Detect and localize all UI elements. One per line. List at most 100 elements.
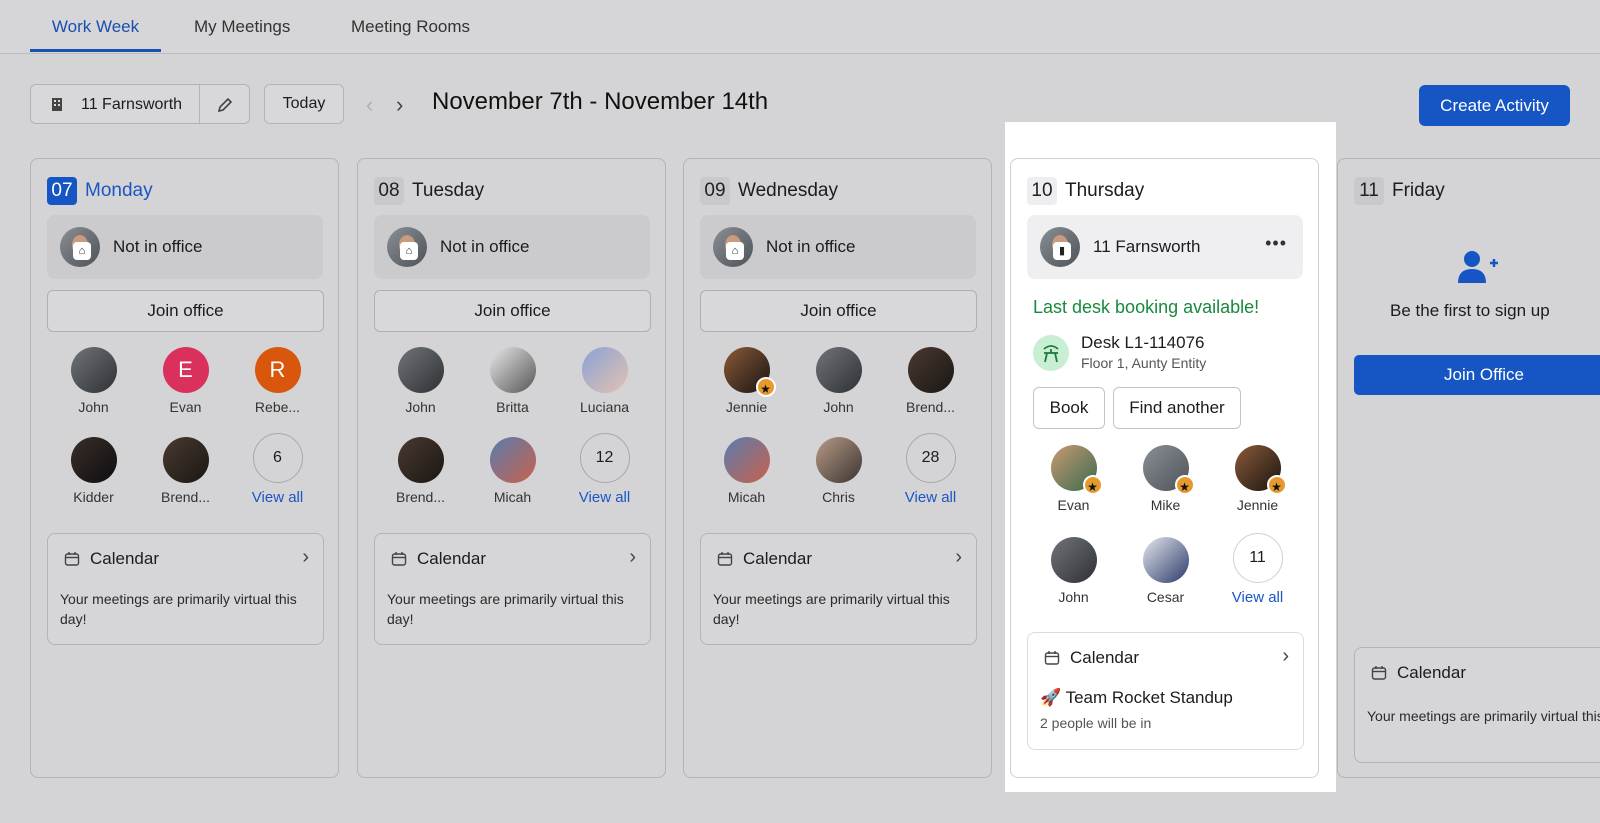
avatar — [1142, 537, 1189, 583]
attendee[interactable]: Chris — [792, 437, 885, 517]
avatar: ★ — [1050, 445, 1103, 495]
attendee-name: Micah — [727, 489, 766, 505]
attendee[interactable]: John — [47, 347, 140, 427]
join-office-button[interactable]: Join Office — [1354, 355, 1600, 395]
location-selector[interactable]: 11 Farnsworth — [30, 84, 250, 124]
view-all-link[interactable]: View all — [231, 489, 324, 506]
view-all-attendees[interactable]: 28 View all — [884, 433, 977, 513]
attendee[interactable]: E Evan — [139, 347, 232, 427]
attendee-count: 6 — [252, 433, 303, 483]
star-icon: ★ — [1174, 475, 1195, 495]
chevron-right-icon[interactable]: › — [955, 546, 962, 569]
day-name: Monday — [85, 180, 153, 201]
attendee[interactable]: Brend... — [374, 437, 467, 517]
attendee-name: Brend... — [905, 399, 956, 415]
status-box[interactable]: ⌂ Not in office — [47, 215, 323, 279]
attendee[interactable]: Kidder — [47, 437, 140, 517]
view-all-link[interactable]: View all — [558, 489, 651, 506]
attendee-count: 28 — [905, 433, 956, 483]
status-text: Not in office — [766, 237, 856, 256]
attendee[interactable]: John — [374, 347, 467, 427]
tab-bar: Work Week My Meetings Meeting Rooms — [0, 0, 1600, 54]
attendee[interactable]: R Rebe... — [231, 347, 324, 427]
calendar-card[interactable]: Calendar › Your meetings are primarily v… — [374, 533, 651, 645]
day-number: 08 — [374, 177, 404, 205]
view-all-link[interactable]: View all — [1211, 589, 1304, 606]
attendee-name: Jennie — [1236, 497, 1279, 513]
view-all-attendees[interactable]: 11 View all — [1211, 533, 1304, 613]
star-icon: ★ — [755, 377, 776, 397]
calendar-label: Calendar — [743, 549, 812, 568]
attendee-name: John — [78, 399, 109, 415]
building-icon — [52, 98, 62, 111]
calendar-text: Your meetings are primarily virtual this… — [387, 591, 624, 627]
day-header: 09 Wednesday — [700, 177, 838, 205]
calendar-icon — [1371, 666, 1387, 680]
desk-location: Floor 1, Aunty Entity — [1081, 355, 1207, 371]
calendar-card[interactable]: Calendar › Your meetings are primarily v… — [47, 533, 324, 645]
join-office-button[interactable]: Join office — [47, 290, 324, 332]
tab-meeting-rooms[interactable]: Meeting Rooms — [351, 0, 470, 52]
avatar — [397, 437, 444, 483]
attendee[interactable]: ★ Evan — [1027, 445, 1120, 525]
attendee[interactable]: Brend... — [884, 347, 977, 427]
more-options-icon[interactable]: ••• — [1265, 233, 1287, 254]
join-office-button[interactable]: Join office — [374, 290, 651, 332]
view-all-attendees[interactable]: 6 View all — [231, 433, 324, 513]
calendar-card[interactable]: Calendar › 🚀 Team Rocket Standup 2 peopl… — [1027, 632, 1304, 750]
location-label: 11 Farnsworth — [81, 96, 183, 113]
calendar-icon — [391, 552, 407, 566]
home-icon: ⌂ — [726, 242, 744, 260]
day-name: Friday — [1392, 180, 1445, 201]
attendee[interactable]: John — [792, 347, 885, 427]
view-all-link[interactable]: View all — [884, 489, 977, 506]
attendee[interactable]: Micah — [700, 437, 793, 517]
attendee[interactable]: ★ Mike — [1119, 445, 1212, 525]
chevron-right-icon[interactable]: › — [302, 546, 309, 569]
pencil-icon[interactable] — [215, 95, 235, 115]
attendee[interactable]: Micah — [466, 437, 559, 517]
calendar-header: Calendar — [1371, 663, 1466, 683]
join-office-button[interactable]: Join office — [700, 290, 977, 332]
calendar-event-title[interactable]: 🚀 Team Rocket Standup — [1040, 688, 1233, 708]
desk-name: Desk L1-114076 — [1081, 333, 1205, 352]
book-button[interactable]: Book — [1033, 387, 1105, 429]
star-icon: ★ — [1266, 475, 1287, 495]
calendar-header: Calendar — [64, 549, 159, 569]
attendee[interactable]: Britta — [466, 347, 559, 427]
attendee[interactable]: Cesar — [1119, 537, 1212, 617]
calendar-card[interactable]: Calendar › Your meetings are primarily v… — [700, 533, 977, 645]
attendee[interactable]: John — [1027, 537, 1120, 617]
chevron-right-icon[interactable]: › — [396, 92, 403, 118]
attendee-count: 11 — [1232, 533, 1283, 583]
today-button[interactable]: Today — [264, 84, 344, 124]
attendee[interactable]: Luciana — [558, 347, 651, 427]
tab-work-week[interactable]: Work Week — [30, 0, 161, 52]
calendar-card[interactable]: Calendar Your meetings are primarily vir… — [1354, 647, 1600, 763]
find-another-button[interactable]: Find another — [1113, 387, 1241, 429]
view-all-attendees[interactable]: 12 View all — [558, 433, 651, 513]
building-icon: ▮ — [1053, 242, 1071, 260]
home-icon: ⌂ — [400, 242, 418, 260]
avatar — [489, 347, 536, 393]
attendee[interactable]: Brend... — [139, 437, 232, 517]
day-card-thursday: 10 Thursday ▮ 11 Farnsworth ••• Last desk… — [1010, 158, 1319, 778]
status-box[interactable]: ⌂ Not in office — [374, 215, 650, 279]
tab-my-meetings[interactable]: My Meetings — [194, 0, 290, 52]
attendee-name: Micah — [493, 489, 532, 505]
chevron-right-icon[interactable]: › — [629, 546, 636, 569]
attendee[interactable]: ★ Jennie — [700, 347, 793, 427]
calendar-label: Calendar — [1397, 663, 1466, 682]
status-text: Not in office — [113, 237, 203, 256]
create-activity-button[interactable]: Create Activity — [1419, 85, 1570, 126]
status-box[interactable]: ⌂ Not in office — [700, 215, 976, 279]
calendar-text: Your meetings are primarily virtual this… — [60, 591, 297, 627]
attendee-name: Evan — [1057, 497, 1090, 513]
attendee[interactable]: ★ Jennie — [1211, 445, 1304, 525]
calendar-icon — [717, 552, 733, 566]
desk-icon — [1033, 335, 1069, 371]
status-box[interactable]: ▮ 11 Farnsworth ••• — [1027, 215, 1303, 279]
chevron-left-icon[interactable]: ‹ — [366, 92, 373, 118]
day-name: Thursday — [1065, 180, 1145, 201]
chevron-right-icon[interactable]: › — [1282, 645, 1289, 668]
